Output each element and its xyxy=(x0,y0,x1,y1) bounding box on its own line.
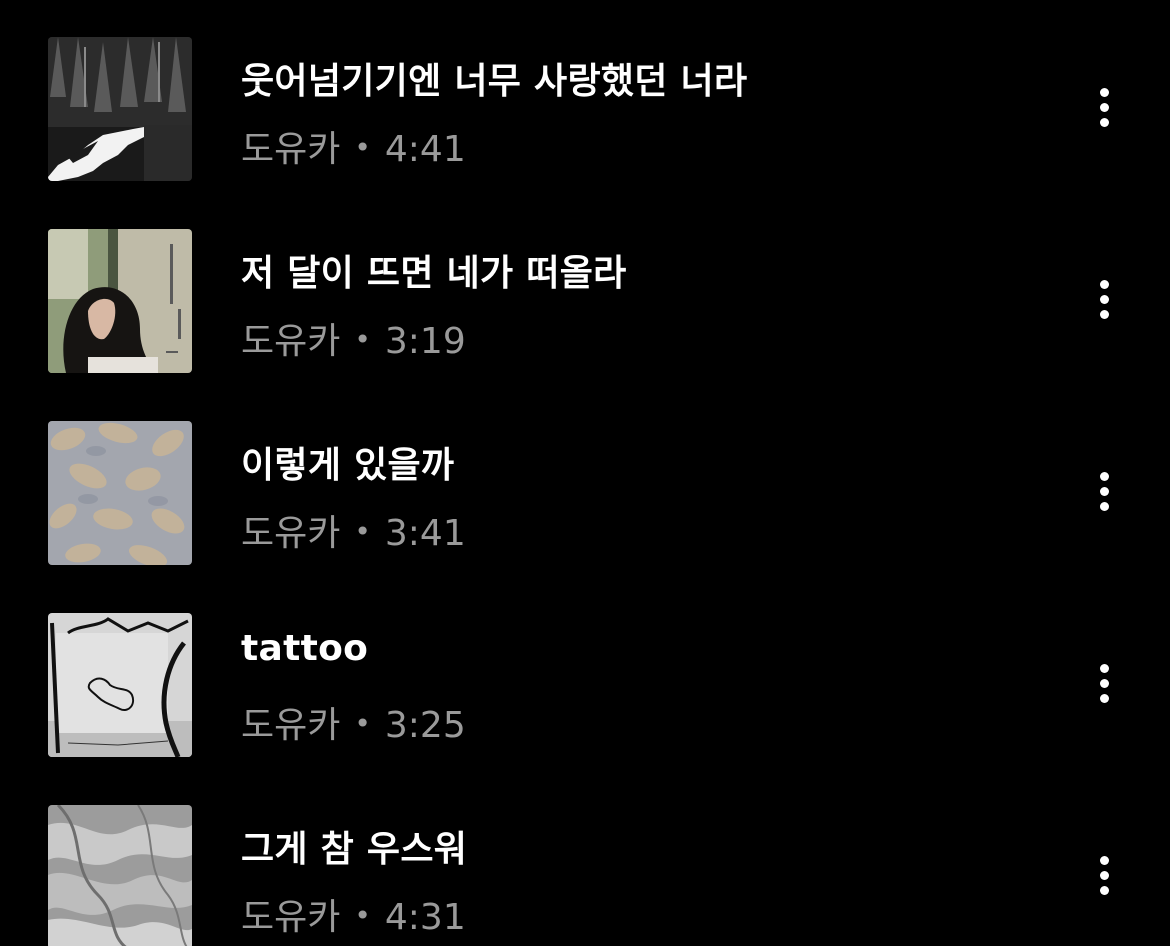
more-vertical-icon[interactable] xyxy=(1082,52,1126,162)
track-artist: 도유카 xyxy=(241,513,341,554)
track-row[interactable]: 그게 참 우스워 도유카 • 4:31 xyxy=(0,768,1170,946)
track-artist: 도유카 xyxy=(241,129,341,170)
track-title: 웃어넘기기엔 너무 사랑했던 너라 xyxy=(241,61,748,102)
track-meta: 도유카 • 4:41 xyxy=(241,120,466,172)
more-vertical-icon[interactable] xyxy=(1082,820,1126,930)
snowy-forest-art xyxy=(48,37,192,181)
more-vertical-icon[interactable] xyxy=(1082,628,1126,738)
track-row[interactable]: 저 달이 뜨면 네가 떠올라 도유카 • 3:19 xyxy=(0,192,1170,384)
track-artist: 도유카 xyxy=(241,321,341,362)
track-list: 웃어넘기기엔 너무 사랑했던 너라 도유카 • 4:41 저 달이 뜨면 네가 … xyxy=(0,0,1170,946)
sketch-hand-art xyxy=(48,613,192,757)
more-vertical-icon[interactable] xyxy=(1082,244,1126,354)
track-meta: 도유카 • 3:41 xyxy=(241,504,466,556)
meta-separator: • xyxy=(354,131,371,164)
track-duration: 4:41 xyxy=(384,129,466,170)
track-row[interactable]: tattoo 도유카 • 3:25 xyxy=(0,576,1170,768)
track-artist: 도유카 xyxy=(241,705,341,746)
track-row[interactable]: 웃어넘기기엔 너무 사랑했던 너라 도유카 • 4:41 xyxy=(0,0,1170,192)
track-duration: 3:25 xyxy=(384,705,466,746)
meta-separator: • xyxy=(354,515,371,548)
album-art-thumbnail[interactable] xyxy=(48,37,192,181)
track-title: 이렇게 있을까 xyxy=(241,445,455,486)
album-art-thumbnail[interactable] xyxy=(48,613,192,757)
track-meta: 도유카 • 3:19 xyxy=(241,312,466,364)
album-art-thumbnail[interactable] xyxy=(48,229,192,373)
track-row[interactable]: 이렇게 있을까 도유카 • 3:41 xyxy=(0,384,1170,576)
album-art-thumbnail[interactable] xyxy=(48,421,192,565)
album-art-thumbnail[interactable] xyxy=(48,805,192,946)
track-duration: 3:19 xyxy=(384,321,466,362)
meta-separator: • xyxy=(354,899,371,932)
silver-texture-art xyxy=(48,805,192,946)
track-meta: 도유카 • 4:31 xyxy=(241,888,466,940)
track-title: 저 달이 뜨면 네가 떠올라 xyxy=(241,253,627,294)
track-meta: 도유카 • 3:25 xyxy=(241,696,466,748)
track-duration: 3:41 xyxy=(384,513,466,554)
more-vertical-icon[interactable] xyxy=(1082,436,1126,546)
track-duration: 4:31 xyxy=(384,897,466,938)
petal-pattern-art xyxy=(48,421,192,565)
portrait-woman-art xyxy=(48,229,192,373)
track-title: tattoo xyxy=(241,628,369,669)
meta-separator: • xyxy=(354,707,371,740)
meta-separator: • xyxy=(354,323,371,356)
track-title: 그게 참 우스워 xyxy=(241,829,468,870)
track-artist: 도유카 xyxy=(241,897,341,938)
